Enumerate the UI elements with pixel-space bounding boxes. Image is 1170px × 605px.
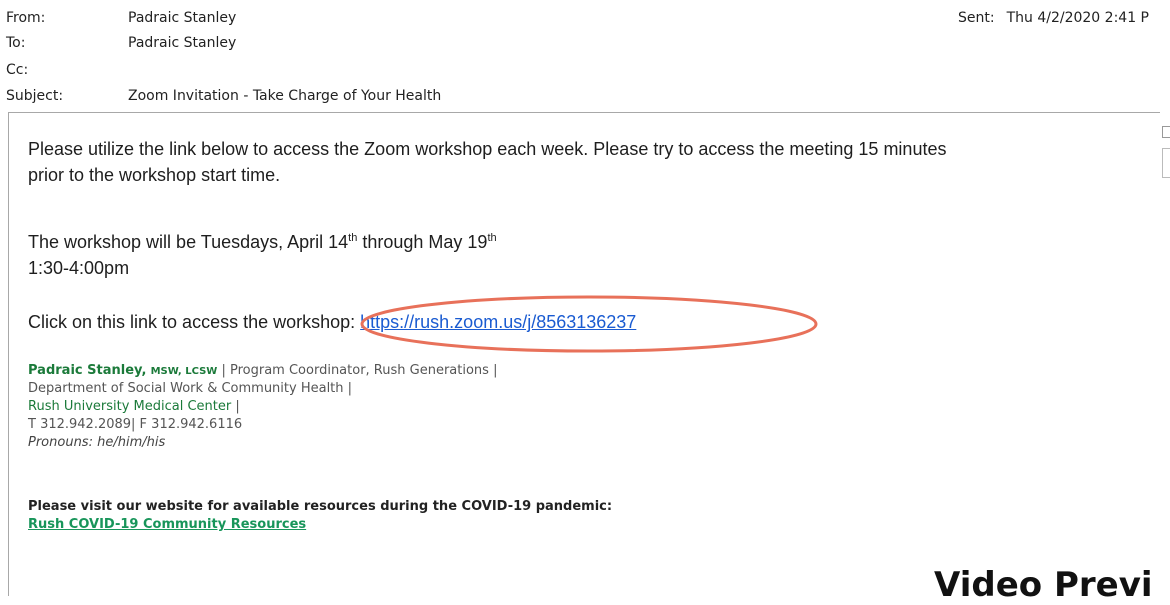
schedule-time: 1:30-4:00pm [28, 258, 130, 278]
sent-row: Sent: Thu 4/2/2020 2:41 P [958, 7, 1149, 29]
link-prefix: Click on this link to access the worksho… [28, 312, 361, 332]
cc-label: Cc: [6, 62, 29, 78]
schedule-sup-1: th [348, 232, 358, 244]
signature-name: Padraic Stanley, [28, 363, 147, 378]
signature-pronouns: Pronouns: he/him/his [28, 435, 166, 450]
to-label: To: [6, 35, 26, 51]
schedule-mid: through May 19 [357, 232, 488, 252]
email-header: From: Padraic Stanley To: Padraic Stanle… [0, 0, 1170, 112]
from-value[interactable]: Padraic Stanley [128, 7, 236, 29]
link-line: Click on this link to access the worksho… [28, 310, 636, 335]
intro-line-1: Please utilize the link below to access … [28, 139, 947, 159]
signature-credentials: MSW, LCSW [150, 366, 218, 377]
zoom-link[interactable]: https://rush.zoom.us/j/8563136237 [360, 312, 636, 332]
covid-link-line: Rush COVID-19 Community Resources [28, 516, 306, 534]
signature-org-line: Rush University Medical Center | [28, 398, 240, 416]
scroll-marker-icon [1162, 126, 1170, 138]
sent-label: Sent: [958, 10, 995, 26]
schedule-sup-2: th [487, 232, 497, 244]
scrollbar[interactable] [1160, 112, 1170, 595]
from-label: From: [6, 10, 46, 26]
covid-notice: Please visit our website for available r… [28, 499, 613, 514]
scroll-thumb[interactable] [1162, 148, 1170, 178]
signature-phones: T 312.942.2089| F 312.942.6116 [28, 417, 243, 432]
covid-resources-link[interactable]: Rush COVID-19 Community Resources [28, 517, 306, 532]
schedule-prefix: The workshop will be Tuesdays, April 14 [28, 232, 349, 252]
signature-title: | Program Coordinator, Rush Generations … [221, 363, 498, 378]
video-preview-label: Video Previ [934, 565, 1153, 605]
subject-label: Subject: [6, 88, 64, 104]
subject-value: Zoom Invitation - Take Charge of Your He… [128, 88, 442, 104]
signature-org: Rush University Medical Center [28, 399, 232, 414]
to-value[interactable]: Padraic Stanley [128, 32, 236, 54]
signature-department: Department of Social Work & Community He… [28, 381, 353, 396]
signature-line-1: Padraic Stanley, MSW, LCSW | Program Coo… [28, 362, 497, 381]
intro-line-2: prior to the workshop start time. [28, 165, 281, 185]
sent-value: Thu 4/2/2020 2:41 P [1006, 10, 1149, 26]
schedule-line: The workshop will be Tuesdays, April 14t… [28, 230, 497, 255]
signature-org-sep: | [235, 399, 240, 414]
